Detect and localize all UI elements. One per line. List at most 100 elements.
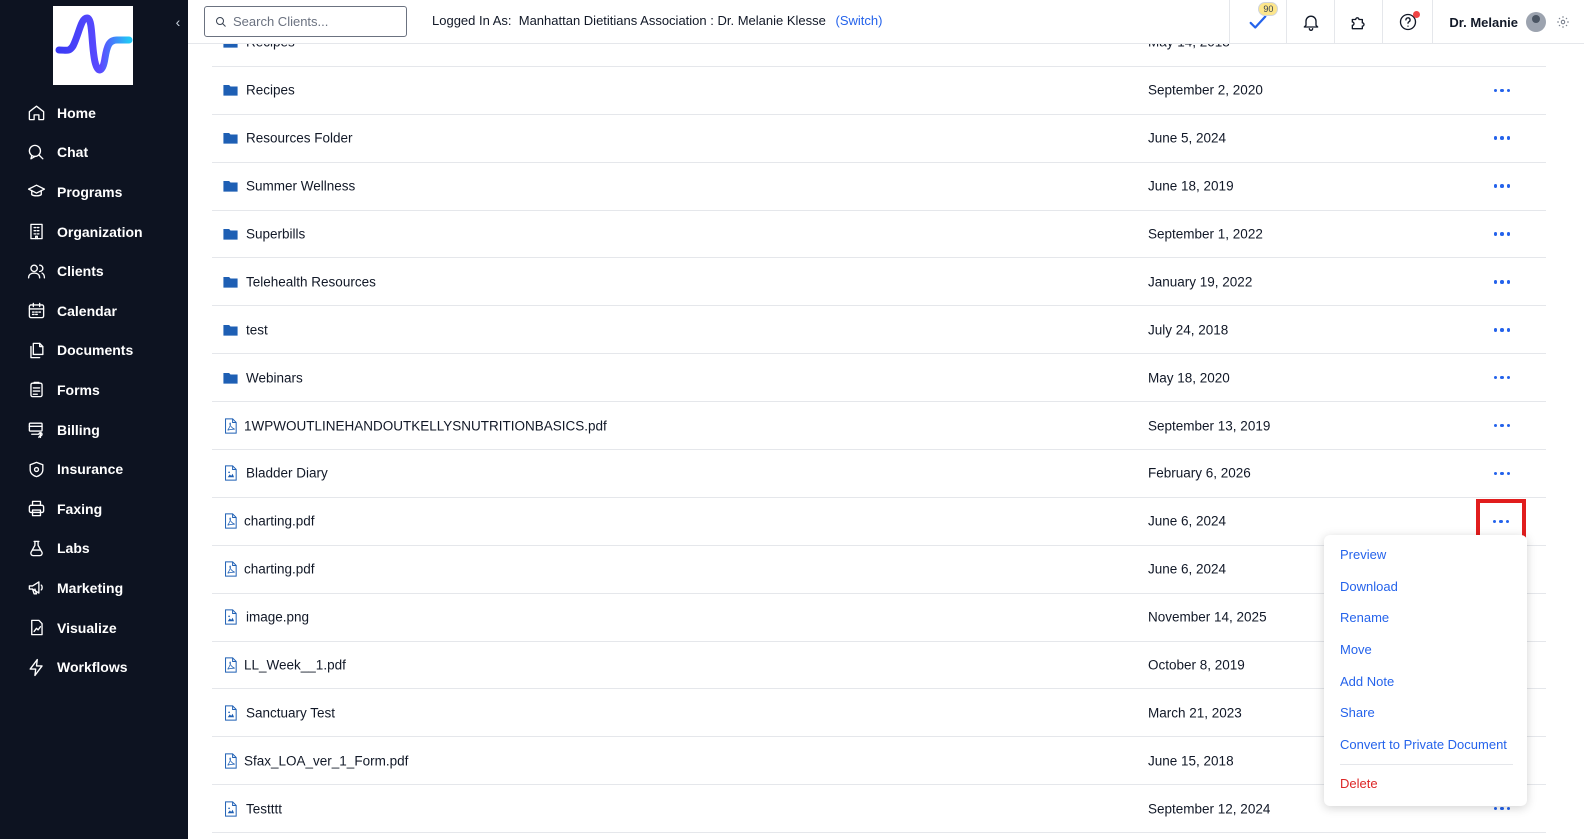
file-name[interactable]: LL_Week__1.pdf: [244, 658, 346, 673]
sidebar-item-clients[interactable]: Clients: [0, 251, 188, 291]
more-options-button[interactable]: [1488, 463, 1516, 483]
more-options-button[interactable]: [1488, 368, 1516, 388]
menu-item-download[interactable]: Download: [1324, 571, 1527, 603]
file-name[interactable]: test: [246, 322, 268, 337]
more-options-button[interactable]: [1488, 320, 1516, 340]
table-row[interactable]: Superbills September 1, 2022: [212, 211, 1546, 259]
file-name[interactable]: Summer Wellness: [246, 179, 355, 194]
file-name[interactable]: 1WPWOUTLINEHANDOUTKELLYSNUTRITIONBASICS.…: [244, 418, 607, 433]
menu-item-preview[interactable]: Preview: [1324, 539, 1527, 571]
sidebar-item-workflows[interactable]: Workflows: [0, 647, 188, 687]
menu-item-convert-private[interactable]: Convert to Private Document: [1324, 729, 1527, 761]
file-name[interactable]: Bladder Diary: [246, 466, 328, 481]
file-name[interactable]: Webinars: [246, 370, 303, 385]
avatar: [1526, 12, 1546, 32]
file-date: February 6, 2026: [1148, 465, 1251, 481]
table-row[interactable]: test July 24, 2018: [212, 306, 1546, 355]
more-options-button[interactable]: [1488, 176, 1516, 196]
pdf-file-icon: [222, 417, 239, 434]
file-name[interactable]: Sfax_LOA_ver_1_Form.pdf: [244, 753, 408, 768]
menu-item-share[interactable]: Share: [1324, 697, 1527, 729]
file-name[interactable]: Sanctuary Test: [246, 705, 335, 720]
sidebar-item-visualize[interactable]: Visualize: [0, 608, 188, 648]
table-row[interactable]: Webinars May 18, 2020: [212, 354, 1546, 403]
folder-icon: [222, 226, 239, 243]
more-options-button[interactable]: [1488, 416, 1516, 436]
gear-icon[interactable]: [1556, 15, 1570, 29]
file-name[interactable]: Superbills: [246, 227, 305, 242]
more-options-button[interactable]: [1488, 80, 1516, 100]
sidebar-item-calendar[interactable]: Calendar: [0, 291, 188, 331]
more-options-button[interactable]: [1488, 128, 1516, 148]
more-options-button[interactable]: [1488, 272, 1516, 292]
sidebar-item-documents[interactable]: Documents: [0, 331, 188, 371]
sidebar-item-faxing[interactable]: Faxing: [0, 489, 188, 529]
search-input[interactable]: [233, 14, 393, 29]
switch-account-link[interactable]: (Switch): [835, 13, 882, 28]
client-search[interactable]: [204, 6, 407, 37]
user-menu[interactable]: Dr. Melanie: [1432, 0, 1584, 44]
table-row[interactable]: Summer Wellness June 18, 2019: [212, 163, 1546, 211]
app-logo[interactable]: [53, 6, 133, 85]
file-action-menu: Preview Download Rename Move Add Note Sh…: [1324, 535, 1527, 806]
file-date: June 6, 2024: [1148, 513, 1227, 529]
image-file-icon: [222, 609, 239, 626]
search-icon: [216, 16, 226, 27]
sidebar-item-label: Marketing: [57, 579, 124, 596]
table-row[interactable]: Telehealth Resources January 19, 2022: [212, 258, 1546, 307]
file-date: November 14, 2025: [1148, 609, 1267, 625]
file-name[interactable]: charting.pdf: [244, 562, 315, 577]
lightning-icon: [26, 657, 46, 677]
help-button[interactable]: [1382, 0, 1432, 44]
logged-in-info: Logged In As: Manhattan Dietitians Assoc…: [432, 13, 882, 28]
file-name[interactable]: charting.pdf: [244, 514, 315, 529]
table-row[interactable]: Resources Folder June 5, 2024: [212, 115, 1546, 163]
tasks-button[interactable]: 90: [1229, 0, 1286, 44]
chart-doc-icon: [26, 618, 46, 638]
file-date: September 2, 2020: [1148, 82, 1263, 98]
menu-item-rename[interactable]: Rename: [1324, 602, 1527, 634]
sidebar-item-marketing[interactable]: Marketing: [0, 568, 188, 608]
sidebar: ‹ Home Chat Programs Organization Client…: [0, 0, 188, 839]
collapse-sidebar-button[interactable]: ‹: [170, 12, 186, 32]
sidebar-item-forms[interactable]: Forms: [0, 370, 188, 410]
menu-item-add-note[interactable]: Add Note: [1324, 666, 1527, 698]
more-options-button[interactable]: [1476, 499, 1526, 544]
file-name[interactable]: Recipes: [246, 83, 295, 98]
file-name[interactable]: Testttt: [246, 801, 282, 816]
pdf-file-icon: [222, 513, 239, 530]
file-date: June 6, 2024: [1148, 561, 1227, 577]
sidebar-item-home[interactable]: Home: [0, 93, 188, 133]
menu-item-delete[interactable]: Delete: [1324, 768, 1527, 800]
sidebar-item-label: Billing: [57, 421, 100, 438]
sidebar-item-label: Chat: [57, 144, 89, 161]
file-date: May 18, 2020: [1148, 370, 1230, 386]
sidebar-item-label: Insurance: [57, 461, 124, 478]
table-row[interactable]: 1WPWOUTLINEHANDOUTKELLYSNUTRITIONBASICS.…: [212, 402, 1546, 451]
image-file-icon: [222, 704, 239, 721]
file-date: June 5, 2024: [1148, 130, 1227, 146]
folder-icon: [222, 178, 239, 195]
sidebar-item-insurance[interactable]: Insurance: [0, 449, 188, 489]
table-row[interactable]: Bladder Diary February 6, 2026: [212, 450, 1546, 498]
file-date: September 12, 2024: [1148, 801, 1271, 817]
file-date: September 13, 2019: [1148, 418, 1271, 434]
sidebar-item-label: Calendar: [57, 302, 117, 319]
pdf-file-icon: [222, 752, 239, 769]
integrations-button[interactable]: [1334, 0, 1382, 44]
sidebar-item-chat[interactable]: Chat: [0, 133, 188, 173]
file-date: September 1, 2022: [1148, 226, 1263, 242]
file-name[interactable]: Resources Folder: [246, 131, 353, 146]
sidebar-item-labs[interactable]: Labs: [0, 529, 188, 569]
notifications-button[interactable]: [1286, 0, 1334, 44]
printer-icon: [26, 499, 46, 519]
file-name[interactable]: image.png: [246, 610, 309, 625]
sidebar-item-programs[interactable]: Programs: [0, 172, 188, 212]
menu-item-move[interactable]: Move: [1324, 634, 1527, 666]
sidebar-item-billing[interactable]: Billing: [0, 410, 188, 450]
chat-icon: [26, 142, 46, 162]
file-name[interactable]: Telehealth Resources: [246, 274, 376, 289]
table-row[interactable]: Recipes September 2, 2020: [212, 67, 1546, 115]
sidebar-item-organization[interactable]: Organization: [0, 212, 188, 252]
more-options-button[interactable]: [1488, 224, 1516, 244]
